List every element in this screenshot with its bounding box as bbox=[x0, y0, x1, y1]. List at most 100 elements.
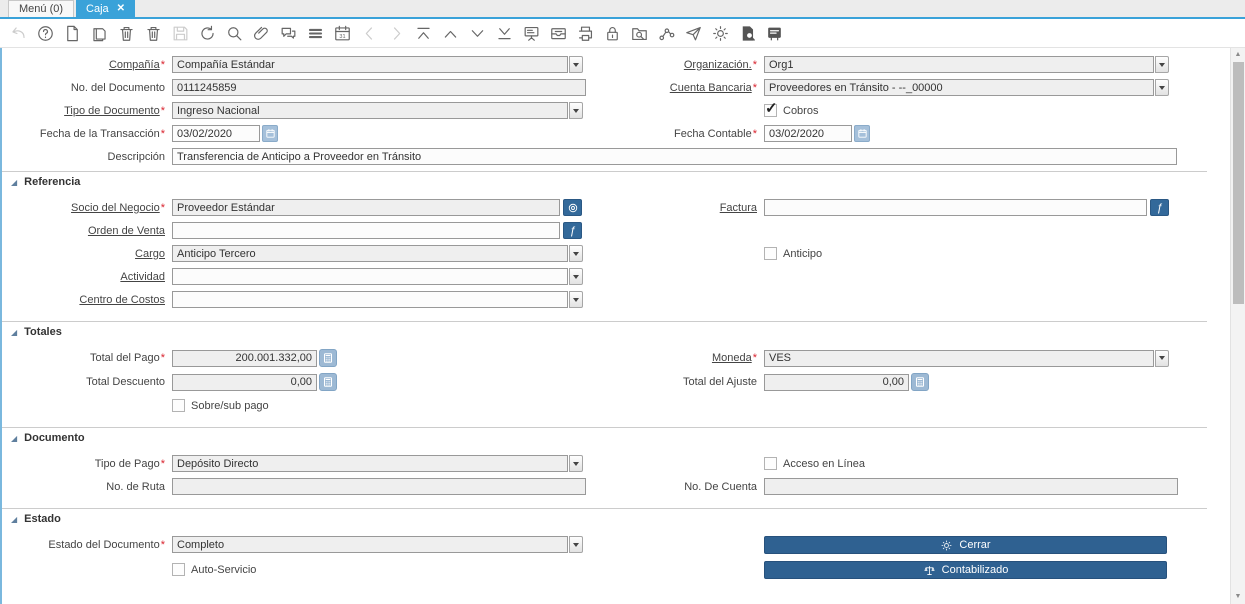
factura-input[interactable] bbox=[764, 199, 1147, 216]
collapse-arrow-icon[interactable]: ◢ bbox=[11, 515, 17, 524]
export-icon[interactable] bbox=[680, 20, 707, 46]
dropdown-button[interactable] bbox=[569, 56, 583, 73]
scrollbar[interactable]: ▲ ▼ bbox=[1230, 48, 1245, 604]
no-documento-input[interactable] bbox=[172, 79, 586, 96]
lock-icon[interactable] bbox=[599, 20, 626, 46]
cargo-label[interactable]: Cargo bbox=[135, 248, 165, 260]
dropdown-button[interactable] bbox=[569, 245, 583, 262]
previous-record-icon[interactable] bbox=[437, 20, 464, 46]
calculator-button[interactable] bbox=[911, 373, 929, 391]
tipo-documento-input[interactable] bbox=[172, 102, 568, 119]
cuenta-bancaria-input[interactable] bbox=[764, 79, 1154, 96]
descripcion-input[interactable] bbox=[172, 148, 1177, 165]
factura-label[interactable]: Factura bbox=[720, 202, 757, 214]
total-descuento-input[interactable] bbox=[172, 373, 317, 391]
order-lookup-button[interactable]: ƒ bbox=[563, 222, 582, 239]
anticipo-checkbox[interactable] bbox=[764, 247, 777, 260]
tipo-documento-label[interactable]: Tipo de Documento bbox=[64, 105, 160, 117]
collapse-arrow-icon[interactable]: ◢ bbox=[11, 328, 17, 337]
archive-icon[interactable] bbox=[545, 20, 572, 46]
section-totales-title: Totales bbox=[24, 326, 62, 338]
total-ajuste-input[interactable] bbox=[764, 373, 909, 391]
scroll-down-icon[interactable]: ▼ bbox=[1231, 590, 1245, 603]
estado-documento-input[interactable] bbox=[172, 536, 568, 553]
socio-negocio-input[interactable] bbox=[172, 199, 560, 216]
calendar-picker-button[interactable] bbox=[854, 125, 870, 142]
no-documento-label: No. del Documento bbox=[70, 81, 165, 94]
save-icon bbox=[167, 20, 194, 46]
quick-form-icon[interactable] bbox=[761, 20, 788, 46]
no-cuenta-input[interactable] bbox=[764, 478, 1178, 495]
close-tab-icon[interactable]: ✕ bbox=[117, 3, 125, 14]
copy-record-icon[interactable] bbox=[86, 20, 113, 46]
centro-costos-input[interactable] bbox=[172, 291, 568, 308]
fecha-contable-input[interactable] bbox=[764, 125, 852, 142]
refresh-icon[interactable] bbox=[194, 20, 221, 46]
tab-menu[interactable]: Menú (0) bbox=[8, 0, 75, 17]
calculator-button[interactable] bbox=[319, 373, 337, 391]
total-pago-input[interactable] bbox=[172, 349, 317, 367]
business-partner-info-button[interactable] bbox=[563, 199, 582, 216]
auto-servicio-checkbox[interactable] bbox=[172, 563, 185, 576]
cuenta-bancaria-label[interactable]: Cuenta Bancaria bbox=[670, 82, 752, 94]
collapse-arrow-icon[interactable]: ◢ bbox=[11, 178, 17, 187]
calendar-icon[interactable]: 31 bbox=[329, 20, 356, 46]
moneda-input[interactable] bbox=[764, 349, 1154, 367]
invoice-lookup-button[interactable]: ƒ bbox=[1150, 199, 1169, 216]
fecha-transaccion-input[interactable] bbox=[172, 125, 260, 142]
attachment-icon[interactable] bbox=[248, 20, 275, 46]
delete-record-icon[interactable] bbox=[113, 20, 140, 46]
customize-icon[interactable] bbox=[707, 20, 734, 46]
next-record-icon[interactable] bbox=[464, 20, 491, 46]
orden-venta-input[interactable] bbox=[172, 222, 560, 239]
compania-label[interactable]: Compañía bbox=[109, 59, 160, 71]
help-icon[interactable] bbox=[32, 20, 59, 46]
dropdown-button[interactable] bbox=[1155, 56, 1169, 73]
cargo-input[interactable] bbox=[172, 245, 568, 262]
centro-costos-label[interactable]: Centro de Costos bbox=[79, 294, 165, 306]
last-record-icon[interactable] bbox=[491, 20, 518, 46]
scrollbar-thumb[interactable] bbox=[1233, 62, 1244, 304]
organizacion-label[interactable]: Organización. bbox=[684, 59, 752, 71]
socio-negocio-label[interactable]: Socio del Negocio bbox=[71, 202, 160, 214]
document-search-icon[interactable] bbox=[734, 20, 761, 46]
scroll-up-icon[interactable]: ▲ bbox=[1231, 48, 1245, 61]
sobre-sub-pago-checkbox[interactable] bbox=[172, 399, 185, 412]
dropdown-button[interactable] bbox=[569, 102, 583, 119]
grid-toggle-icon[interactable] bbox=[302, 20, 329, 46]
delete-selection-icon[interactable] bbox=[140, 20, 167, 46]
section-documento-title: Documento bbox=[24, 432, 85, 444]
acceso-linea-checkbox[interactable] bbox=[764, 457, 777, 470]
calendar-picker-button[interactable] bbox=[262, 125, 278, 142]
zoom-across-icon[interactable] bbox=[626, 20, 653, 46]
no-ruta-input[interactable] bbox=[172, 478, 586, 495]
compania-input[interactable] bbox=[172, 56, 568, 73]
find-icon[interactable] bbox=[221, 20, 248, 46]
estado-documento-label: Estado del Documento bbox=[48, 538, 160, 551]
workflow-icon[interactable] bbox=[653, 20, 680, 46]
required-marker: * bbox=[160, 201, 165, 214]
tab-caja[interactable]: Caja ✕ bbox=[76, 0, 136, 17]
actividad-input[interactable] bbox=[172, 268, 568, 285]
dropdown-button[interactable] bbox=[569, 455, 583, 472]
cerrar-button[interactable]: Cerrar bbox=[764, 536, 1167, 554]
dropdown-button[interactable] bbox=[1155, 349, 1169, 367]
dropdown-button[interactable] bbox=[569, 291, 583, 308]
first-record-icon[interactable] bbox=[410, 20, 437, 46]
chat-icon[interactable] bbox=[275, 20, 302, 46]
cobros-checkbox[interactable]: ✓ bbox=[764, 100, 778, 117]
new-record-icon[interactable] bbox=[59, 20, 86, 46]
moneda-label[interactable]: Moneda bbox=[712, 352, 752, 364]
dropdown-button[interactable] bbox=[569, 268, 583, 285]
organizacion-input[interactable] bbox=[764, 56, 1154, 73]
contabilizado-button[interactable]: Contabilizado bbox=[764, 561, 1167, 579]
dropdown-button[interactable] bbox=[1155, 79, 1169, 96]
print-icon[interactable] bbox=[572, 20, 599, 46]
dropdown-button[interactable] bbox=[569, 536, 583, 553]
collapse-arrow-icon[interactable]: ◢ bbox=[11, 434, 17, 443]
tipo-pago-input[interactable] bbox=[172, 455, 568, 472]
report-icon[interactable] bbox=[518, 20, 545, 46]
calculator-button[interactable] bbox=[319, 349, 337, 367]
actividad-label[interactable]: Actividad bbox=[120, 271, 165, 283]
orden-venta-label[interactable]: Orden de Venta bbox=[88, 225, 165, 237]
